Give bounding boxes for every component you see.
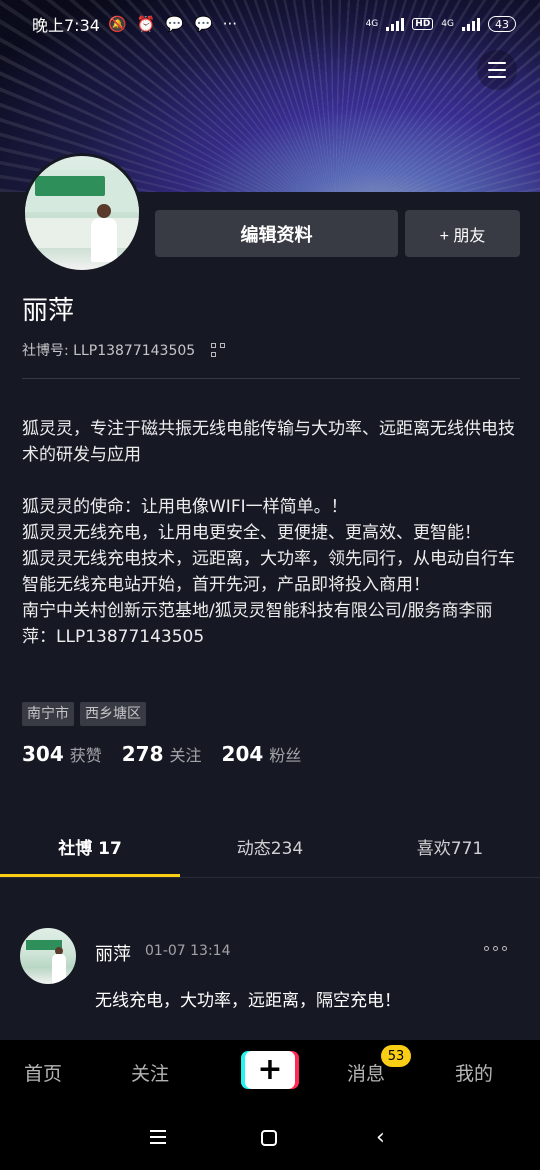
home-icon[interactable] — [261, 1130, 277, 1146]
nav-me[interactable]: 我的 — [439, 1040, 509, 1105]
stat-label: 粉丝 — [269, 746, 302, 765]
stat-following[interactable]: 278 关注 — [122, 742, 202, 766]
battery-icon: 43 — [488, 16, 516, 32]
profile-id-row[interactable]: 社博号: LLP13877143505 — [22, 340, 226, 360]
mute-icon: 🔕 — [107, 15, 127, 33]
stat-number: 204 — [221, 742, 264, 766]
wechat-icon-2: 💬 — [194, 15, 213, 33]
tabs-divider — [0, 877, 540, 878]
stat-likes: 304 获赞 — [22, 742, 102, 766]
nav-follow[interactable]: 关注 — [115, 1040, 185, 1105]
profile-bio: 狐灵灵，专注于磁共振无线电能传输与大功率、远距离无线供电技术的研发与应用 狐灵灵… — [22, 419, 515, 647]
alarm-icon: ⏰ — [136, 15, 156, 33]
post-time: 01-07 13:14 — [145, 943, 231, 959]
edit-profile-button[interactable]: 编辑资料 — [155, 210, 398, 257]
qr-code-icon[interactable] — [211, 343, 226, 357]
hd-icon: HD — [412, 18, 434, 30]
profile-stats: 304 获赞 278 关注 204 粉丝 — [22, 742, 301, 766]
stat-followers[interactable]: 204 粉丝 — [222, 742, 302, 766]
plus-icon: + — [245, 1051, 295, 1089]
divider — [22, 378, 520, 379]
create-post-button[interactable]: + — [241, 1051, 299, 1089]
tag-city: 南宁市 — [22, 702, 74, 726]
network-label-2: 4G — [441, 18, 454, 29]
menu-icon[interactable] — [477, 50, 517, 90]
post-avatar[interactable] — [18, 926, 78, 986]
network-label: 4G — [365, 18, 379, 29]
profile-name: 丽萍 — [22, 296, 75, 326]
stat-label: 获赞 — [69, 746, 102, 765]
signal-icon — [386, 17, 405, 31]
post-author[interactable]: 丽萍 — [95, 940, 131, 966]
more-options-icon[interactable] — [484, 946, 507, 951]
messages-badge: 53 — [381, 1045, 411, 1067]
recent-apps-icon[interactable] — [150, 1130, 166, 1144]
back-icon[interactable]: ‹ — [376, 1127, 385, 1149]
tag-district: 西乡塘区 — [80, 702, 146, 726]
stat-number: 278 — [121, 742, 164, 766]
content-tabs: 社博 17 动态234 喜欢771 — [0, 815, 540, 877]
tab-likes[interactable]: 喜欢771 — [360, 815, 540, 877]
stat-label: 关注 — [169, 746, 202, 765]
add-friend-button[interactable]: + 朋友 — [405, 210, 520, 257]
tab-activity[interactable]: 动态234 — [180, 815, 360, 877]
location-tags: 南宁市 西乡塘区 — [22, 702, 146, 726]
stat-number: 304 — [22, 742, 64, 766]
post-text[interactable]: 无线充电，大功率，远距离，隔空充电！ — [95, 986, 401, 1011]
wechat-icon: 💬 — [165, 15, 184, 33]
status-bar: 晚上7:34 🔕 ⏰ 💬 💬 ··· 4G HD 4G 43 — [0, 0, 540, 48]
profile-id: 社博号: LLP13877143505 — [22, 343, 196, 359]
avatar[interactable] — [22, 153, 142, 273]
status-time: 晚上7:34 — [32, 16, 100, 35]
signal-icon-2 — [462, 17, 480, 31]
more-notifications-icon: ··· — [222, 15, 237, 33]
tab-posts[interactable]: 社博 17 — [0, 815, 180, 877]
nav-home[interactable]: 首页 — [8, 1040, 78, 1105]
